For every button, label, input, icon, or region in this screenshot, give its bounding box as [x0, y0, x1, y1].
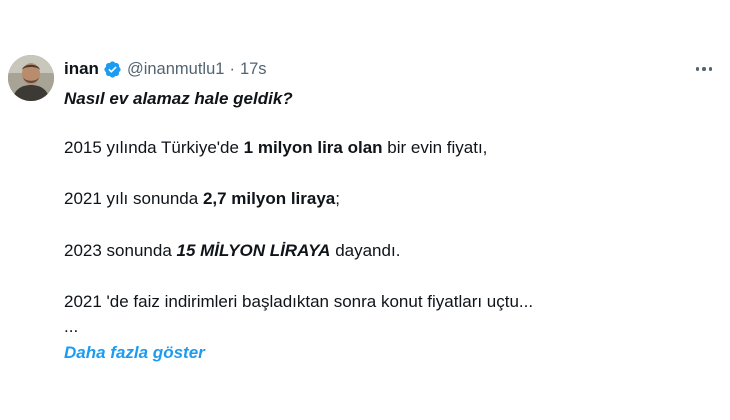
tweet-header: inan @inanmutlu1 · 17s [64, 58, 267, 80]
avatar[interactable] [8, 55, 54, 101]
line-bold-italic: 15 MİLYON LİRAYA [177, 241, 331, 260]
tweet-line-faiz: 2021 'de faiz indirimleri başladıktan so… [64, 292, 534, 311]
verified-badge-icon [103, 60, 122, 79]
timestamp[interactable]: 17s [240, 58, 267, 80]
line-text: ; [335, 189, 340, 208]
line-text: 2015 yılında Türkiye'de [64, 138, 244, 157]
tweet-headline: Nasıl ev alamaz hale geldik? [64, 89, 293, 108]
tweet-card: inan @inanmutlu1 · 17s Nasıl ev alamaz h… [0, 0, 730, 420]
separator-dot: · [229, 60, 235, 78]
line-text: dayandı. [330, 241, 401, 260]
display-name[interactable]: inan [64, 58, 99, 80]
show-more-link[interactable]: Daha fazla göster [64, 342, 205, 364]
line-bold: 2,7 milyon liraya [202, 189, 336, 208]
tweet-line-2023: 2023 sonunda 15 MİLYON LİRAYA dayandı. [64, 240, 400, 262]
line-emphasis: 15 MİLYON LİRAYA [176, 241, 331, 260]
line-text: bir evin fiyatı, [382, 138, 488, 157]
author-handle[interactable]: @inanmutlu1 [127, 58, 224, 80]
line-text: 2021 yılı sonunda [64, 189, 203, 208]
tweet-ellipsis: ... [64, 317, 79, 336]
avatar-photo [8, 55, 54, 101]
line-text: 2023 sonunda [64, 241, 177, 260]
tweet-line-2021: 2021 yılı sonunda 2,7 milyon liraya; [64, 188, 340, 210]
line-bold: 1 milyon lira olan [243, 138, 383, 157]
more-options-icon[interactable] [690, 60, 718, 78]
tweet-line-2015: 2015 yılında Türkiye'de 1 milyon lira ol… [64, 137, 487, 159]
